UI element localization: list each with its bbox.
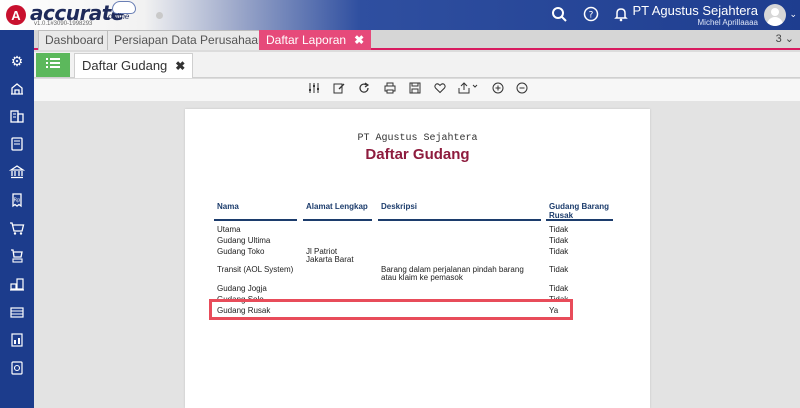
avatar[interactable] [764, 4, 786, 26]
svg-text:Rp: Rp [14, 198, 21, 204]
company-name: PT Agustus Sejahtera [632, 3, 758, 18]
report-toolbar [34, 79, 800, 101]
column-header-deskripsi: Deskripsi [381, 202, 418, 211]
receipt-icon[interactable]: Rp [8, 192, 26, 210]
cell-rusak: Tidak [549, 265, 569, 274]
report-viewer: PT Agustus Sejahtera Daftar Gudang Nama … [34, 101, 800, 408]
warehouse-icon[interactable] [8, 304, 26, 322]
tab-count: 3 [775, 33, 782, 45]
cart-icon[interactable] [8, 220, 26, 238]
tab-label: Dashboard [45, 33, 104, 47]
inventory-icon[interactable] [8, 276, 26, 294]
cell-alamat: Jl Patriot Jakarta Barat [306, 247, 354, 264]
subtab-label: Daftar Gudang [82, 58, 168, 73]
cell-nama: Utama [217, 225, 241, 234]
close-icon[interactable]: ✖ [175, 59, 185, 73]
ledger-icon[interactable] [8, 136, 26, 154]
cell-nama: Transit (AOL System) [217, 265, 294, 274]
svg-text:?: ? [589, 11, 594, 21]
building-icon[interactable] [8, 108, 26, 126]
close-icon[interactable]: ✖ [354, 33, 364, 47]
edit-icon[interactable] [331, 82, 347, 98]
company-info[interactable]: PT Agustus Sejahtera Michel Aprillaaaa [632, 3, 758, 28]
app-version: v1.0.1#3090-1998293 [34, 21, 93, 27]
report-company: PT Agustus Sejahtera [357, 133, 478, 144]
logo-mark: A [6, 5, 26, 25]
highlight-box [209, 299, 573, 320]
favorite-icon[interactable] [432, 82, 448, 98]
cell-rusak: Tidak [549, 247, 569, 256]
status-dot [156, 12, 163, 19]
filter-icon[interactable] [306, 82, 322, 98]
tab-bar: Dashboard Persiapan Data Perusahaan Daft… [34, 30, 800, 50]
logo-subtext: online [108, 12, 130, 21]
column-header-gudang-rusak: Gudang Barang Rusak [549, 202, 610, 220]
bell-icon[interactable] [612, 6, 630, 24]
sidebar: ⚙ Rp [0, 30, 34, 408]
cell-nama: Gudang Ultima [217, 236, 271, 245]
cell-rusak: Tidak [549, 236, 569, 245]
report-icon[interactable] [8, 332, 26, 350]
column-underline [214, 219, 297, 221]
tab-label: Daftar Laporan [266, 33, 347, 47]
bank-icon[interactable] [8, 164, 26, 182]
tab-persiapan-data[interactable]: Persiapan Data Perusahaan [107, 30, 272, 50]
tab-daftar-gudang[interactable]: Daftar Gudang ✖ [74, 53, 194, 78]
column-underline [378, 219, 541, 221]
search-icon[interactable] [550, 6, 568, 24]
export-icon[interactable] [457, 82, 481, 98]
zoom-in-icon[interactable] [490, 82, 506, 98]
tab-overflow-menu[interactable]: 3 ⌄ [776, 32, 794, 45]
cell-rusak: Tidak [549, 225, 569, 234]
column-header-alamat: Alamat Lengkap [306, 202, 368, 211]
purchase-icon[interactable] [8, 248, 26, 266]
cell-nama: Gudang Jogja [217, 284, 267, 293]
column-underline [546, 219, 613, 221]
zoom-out-icon[interactable] [514, 82, 530, 98]
support-icon[interactable] [8, 360, 26, 378]
user-name: Michel Aprillaaaa [697, 18, 758, 27]
print-icon[interactable] [382, 82, 398, 98]
column-header-nama: Nama [217, 202, 239, 211]
refresh-icon[interactable] [356, 82, 372, 98]
settings-icon[interactable]: ⚙ [8, 52, 26, 70]
cell-deskripsi: Barang dalam perjalanan pindah barang at… [381, 265, 524, 282]
cell-nama: Gudang Toko [217, 247, 265, 256]
chevron-down-icon[interactable]: ⌄ [789, 9, 797, 20]
report-subbar: Daftar Gudang ✖ [34, 52, 800, 78]
save-icon[interactable] [407, 82, 423, 98]
tab-dashboard[interactable]: Dashboard [38, 30, 111, 50]
column-underline [303, 219, 372, 221]
company-icon[interactable] [8, 80, 26, 98]
tab-label: Persiapan Data Perusahaan [114, 33, 265, 47]
report-title: Daftar Gudang [365, 146, 470, 163]
app-header: A accurate online v1.0.1#3090-1998293 ? … [0, 0, 800, 30]
cell-rusak: Tidak [549, 284, 569, 293]
report-list-button[interactable] [36, 53, 70, 77]
tab-daftar-laporan[interactable]: Daftar Laporan ✖ [259, 30, 372, 50]
help-icon[interactable]: ? [582, 6, 600, 24]
report-page: PT Agustus Sejahtera Daftar Gudang Nama … [185, 109, 650, 408]
